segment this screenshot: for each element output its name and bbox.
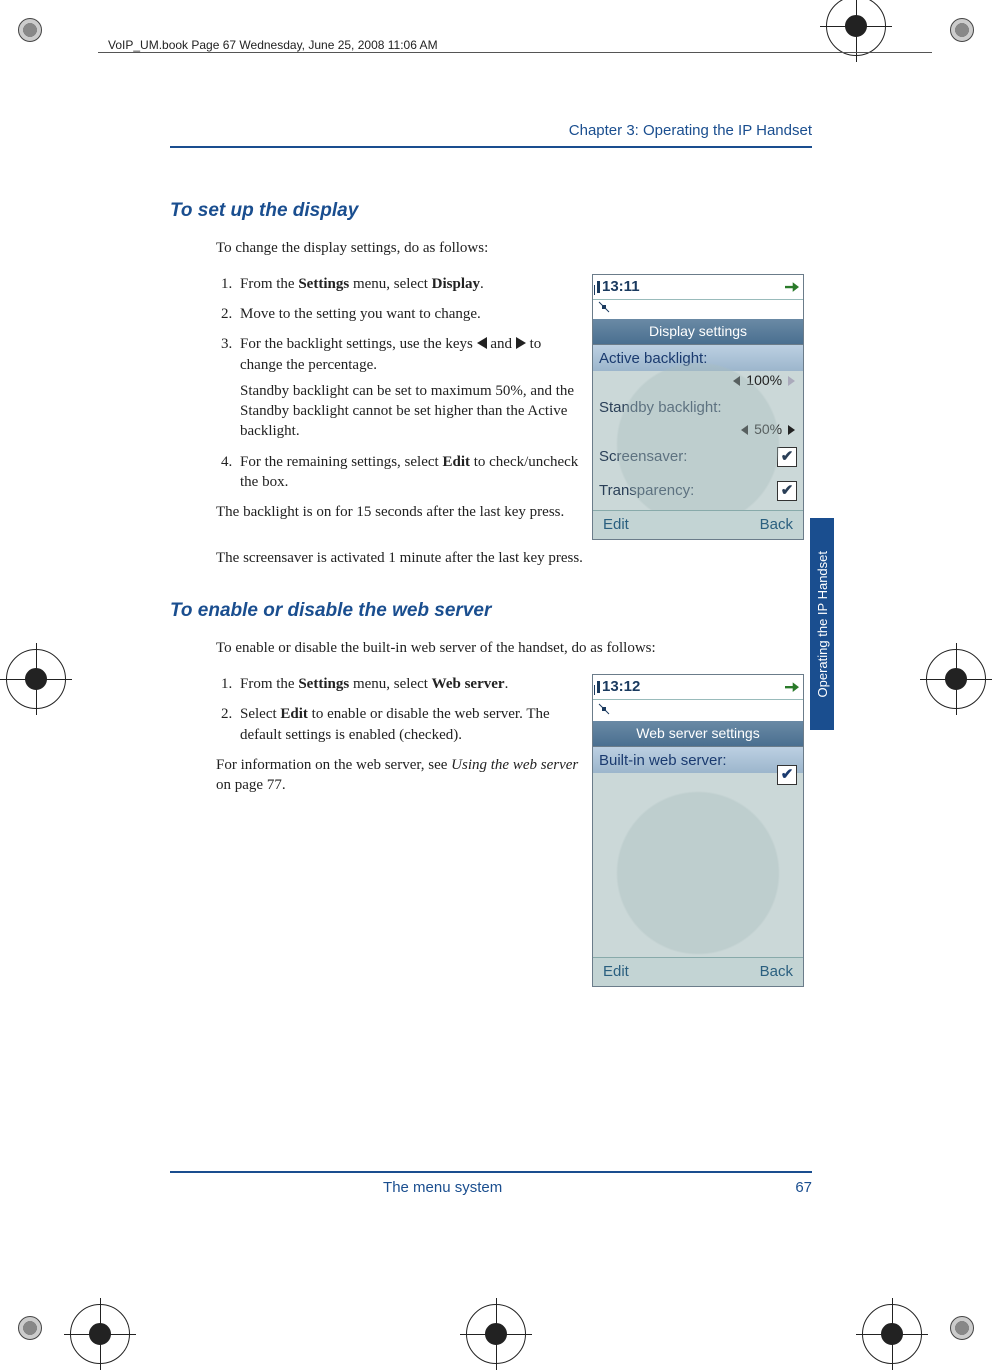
sync-icon [785, 281, 799, 293]
left-arrow-icon [477, 337, 487, 349]
phone1-val-active: 100% [593, 371, 803, 394]
section-webserver-title: To enable or disable the web server [170, 598, 804, 624]
signal-icon [597, 281, 600, 293]
footer-title: The menu system [383, 1179, 502, 1196]
phone2-title: Web server settings [593, 721, 803, 747]
display-after-2: The screensaver is activated 1 minute af… [216, 548, 804, 568]
phone2-softkey-edit[interactable]: Edit [603, 962, 629, 982]
webserver-after: For information on the web server, see U… [216, 755, 582, 796]
label: Screensaver: [599, 448, 687, 465]
phone2-time: 13:12 [602, 678, 640, 695]
txt: . [505, 676, 509, 692]
phone2-subicons [593, 700, 803, 721]
crop-mark-tl [18, 18, 42, 42]
txt: From the [240, 676, 298, 692]
phone1-time: 13:11 [602, 278, 640, 295]
registration-target-top [826, 0, 886, 56]
display-step-2: Move to the setting you want to change. [236, 304, 582, 324]
display-step-3-note: Standby backlight can be set to maximum … [240, 381, 582, 442]
txt: menu, select [349, 276, 431, 292]
webserver-step-2: Select Edit to enable or disable the web… [236, 704, 582, 745]
val-text: 50% [754, 421, 782, 437]
phone-screenshot-webserver: 13:12 Web server settings Built-in web s… [592, 674, 804, 987]
registration-target-bottom-c [466, 1304, 526, 1364]
phone2-statusbar: 13:12 [593, 675, 803, 700]
checkbox-icon[interactable]: ✔ [777, 481, 797, 501]
registration-target-left [6, 649, 66, 709]
phone1-subicons [593, 300, 803, 319]
checkbox-icon[interactable]: ✔ [777, 447, 797, 467]
txt: From the [240, 276, 298, 292]
txt: . [480, 276, 484, 292]
phone1-row-standby-backlight[interactable]: Standby backlight: [593, 394, 803, 420]
satellite-icon [597, 702, 611, 716]
display-step-3: For the backlight settings, use the keys… [236, 334, 582, 441]
side-tab-label: Operating the IP Handset [815, 551, 830, 697]
bold: Settings [298, 276, 349, 292]
bold: Edit [280, 706, 308, 722]
registration-target-right [926, 649, 986, 709]
crop-mark-br [950, 1316, 974, 1340]
txt: on page 77. [216, 777, 286, 793]
satellite-icon [597, 300, 611, 314]
running-head: Chapter 3: Operating the IP Handset [569, 122, 812, 139]
header-rule [98, 52, 932, 53]
display-step-1: From the Settings menu, select Display. [236, 274, 582, 294]
txt: Select [240, 706, 280, 722]
top-rule [170, 146, 812, 148]
phone1-val-standby: 50% [593, 420, 803, 443]
phone1-row-active-backlight[interactable]: Active backlight: [593, 345, 803, 371]
phone-screenshot-display: 13:11 Display settings Active backlight:… [592, 274, 804, 540]
left-arrow-icon [733, 376, 740, 386]
phone1-softkey-edit[interactable]: Edit [603, 515, 629, 535]
side-tab: Operating the IP Handset [810, 518, 834, 730]
txt: For information on the web server, see [216, 757, 451, 773]
footer-page-number: 67 [795, 1179, 812, 1196]
registration-target-bottom-r [862, 1304, 922, 1364]
italic: Using the web server [451, 757, 578, 773]
txt: and [487, 336, 516, 352]
display-step-4: For the remaining settings, select Edit … [236, 452, 582, 493]
phone1-title: Display settings [593, 319, 803, 345]
book-header: VoIP_UM.book Page 67 Wednesday, June 25,… [108, 38, 438, 52]
section-display-intro: To change the display settings, do as fo… [216, 238, 804, 258]
phone1-softkey-back[interactable]: Back [760, 515, 793, 535]
phone2-softkey-back[interactable]: Back [760, 962, 793, 982]
bold: Web server [432, 676, 505, 692]
txt: For the remaining settings, select [240, 454, 442, 470]
label: Built-in web server: [599, 752, 727, 769]
phone2-row-builtin[interactable]: Built-in web server:✔ [593, 747, 803, 773]
left-arrow-icon [741, 425, 748, 435]
bold: Settings [298, 676, 349, 692]
phone1-row-transparency[interactable]: Transparency: ✔ [593, 477, 803, 503]
right-arrow-icon [788, 376, 795, 386]
phone1-statusbar: 13:11 [593, 275, 803, 300]
crop-mark-bl [18, 1316, 42, 1340]
phone1-row-screensaver[interactable]: Screensaver: ✔ [593, 443, 803, 469]
display-after-1: The backlight is on for 15 seconds after… [216, 502, 582, 522]
bold: Display [432, 276, 480, 292]
section-webserver-intro: To enable or disable the built-in web se… [216, 638, 804, 658]
val-text: 100% [746, 372, 782, 388]
txt: menu, select [349, 676, 431, 692]
display-steps: From the Settings menu, select Display. … [216, 274, 582, 492]
bold: Edit [442, 454, 470, 470]
registration-target-bottom-l [70, 1304, 130, 1364]
right-arrow-icon [788, 425, 795, 435]
globe-bg [593, 747, 803, 957]
crop-mark-tr [950, 18, 974, 42]
signal-icon [597, 681, 600, 693]
right-arrow-icon [516, 337, 526, 349]
section-display-title: To set up the display [170, 198, 804, 224]
label: Transparency: [599, 482, 694, 499]
checkbox-icon[interactable]: ✔ [777, 765, 797, 785]
txt: For the backlight settings, use the keys [240, 336, 477, 352]
page-footer: The menu system 67 [170, 1171, 812, 1196]
webserver-step-1: From the Settings menu, select Web serve… [236, 674, 582, 694]
sync-icon [785, 681, 799, 693]
webserver-steps: From the Settings menu, select Web serve… [216, 674, 582, 745]
